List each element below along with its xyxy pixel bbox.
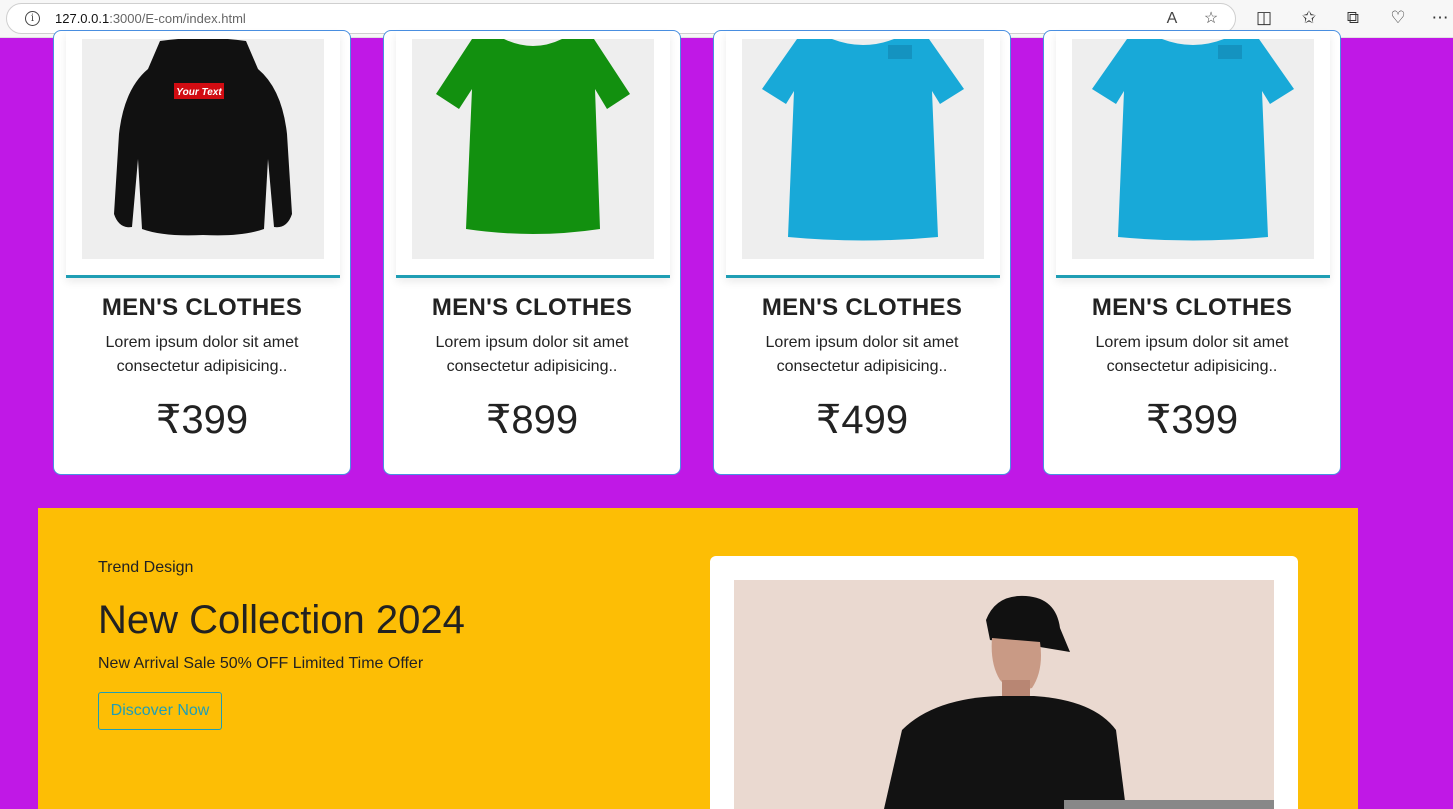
product-image: Your Text — [82, 38, 324, 259]
discover-now-button[interactable]: Discover Now — [98, 692, 222, 730]
blue-tshirt-image — [1092, 39, 1294, 241]
product-card[interactable]: MEN'S CLOTHES Lorem ipsum dolor sit amet… — [713, 30, 1011, 475]
black-hoodie-image: Your Text — [114, 38, 292, 236]
product-image-box — [396, 31, 670, 278]
banner-eyebrow: Trend Design — [98, 559, 194, 576]
product-card[interactable]: MEN'S CLOTHES Lorem ipsum dolor sit amet… — [383, 30, 681, 475]
product-card[interactable]: MEN'S CLOTHES Lorem ipsum dolor sit amet… — [1043, 30, 1341, 475]
green-tshirt-image — [436, 39, 630, 234]
product-image-box — [726, 31, 1000, 278]
product-title: MEN'S CLOTHES — [101, 294, 303, 321]
product-image — [742, 39, 984, 259]
promo-banner: Trend Design New Collection 2024 New Arr… — [38, 508, 1358, 809]
product-title: MEN'S CLOTHES — [761, 294, 963, 321]
read-aloud-icon[interactable]: A — [1161, 8, 1183, 30]
model-in-black-tee-image — [884, 595, 1274, 809]
favorites-icon[interactable]: ✩ — [1297, 7, 1321, 31]
site-info-icon[interactable]: i — [25, 11, 40, 26]
browser-essentials-icon[interactable]: ♡ — [1386, 7, 1410, 31]
product-description: Lorem ipsum dolor sit amet consectetur a… — [765, 334, 959, 375]
url-host: 127.0.0.1 — [55, 11, 110, 26]
blue-tshirt-image — [762, 39, 964, 241]
product-description: Lorem ipsum dolor sit amet consectetur a… — [435, 334, 629, 375]
url-path: :3000/E-com/index.html — [109, 11, 246, 26]
product-description: Lorem ipsum dolor sit amet consectetur a… — [1095, 334, 1289, 375]
product-image-box: Your Text — [66, 31, 340, 278]
product-description: Lorem ipsum dolor sit amet consectetur a… — [105, 334, 299, 375]
product-image — [412, 39, 654, 259]
model-photo — [734, 580, 1274, 809]
split-screen-icon[interactable]: ◫ — [1252, 7, 1276, 31]
banner-photo-frame — [710, 556, 1298, 809]
product-price: ₹399 — [1145, 398, 1239, 442]
favorite-star-icon[interactable]: ☆ — [1200, 8, 1222, 30]
svg-text:Your Text: Your Text — [176, 87, 222, 98]
url-text[interactable]: 127.0.0.1:3000/E-com/index.html — [55, 11, 246, 26]
product-price: ₹399 — [155, 398, 249, 442]
product-price: ₹499 — [815, 398, 909, 442]
collections-icon[interactable]: ⧉ — [1341, 7, 1365, 31]
product-image — [1072, 39, 1314, 259]
product-card[interactable]: Your Text MEN'S CLOTHES Lorem ipsum dolo… — [53, 30, 351, 475]
banner-headline: New Collection 2024 — [98, 598, 465, 642]
product-title: MEN'S CLOTHES — [1091, 294, 1293, 321]
banner-subtitle: New Arrival Sale 50% OFF Limited Time Of… — [98, 655, 424, 672]
more-menu-icon[interactable]: ⋯ — [1428, 7, 1452, 31]
product-image-box — [1056, 31, 1330, 278]
product-title: MEN'S CLOTHES — [431, 294, 633, 321]
product-price: ₹899 — [485, 398, 579, 442]
